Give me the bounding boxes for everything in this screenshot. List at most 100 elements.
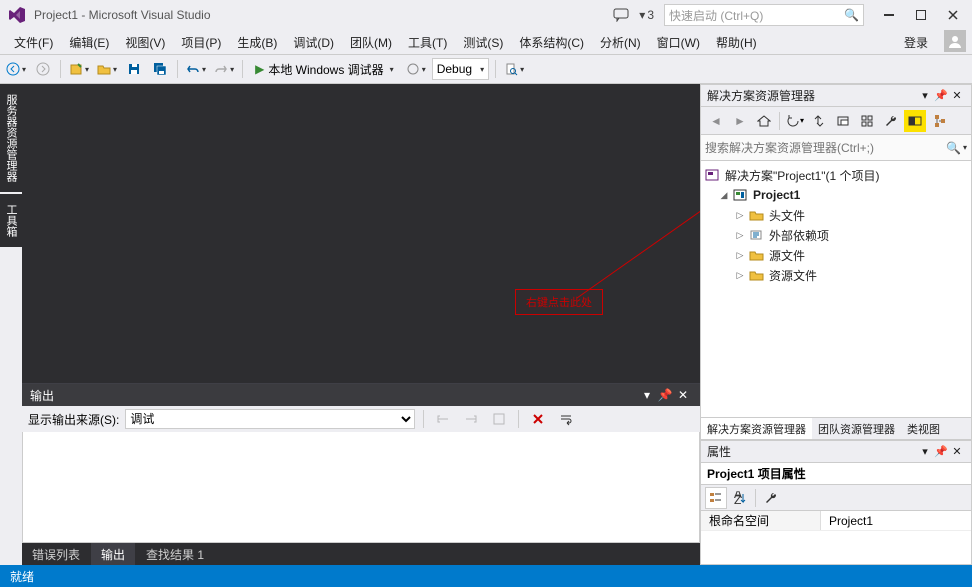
pin-icon[interactable]: 📌	[933, 445, 949, 458]
expand-icon[interactable]: ▷	[735, 250, 745, 261]
search-icon[interactable]: 🔍	[844, 8, 859, 22]
tree-folder-resources[interactable]: ▷ 资源文件	[701, 265, 971, 285]
debug-dropdown[interactable]: ▾	[404, 58, 428, 80]
se-fwd-icon[interactable]: ►	[729, 110, 751, 132]
folder-icon	[749, 268, 765, 282]
tab-output[interactable]: 输出	[91, 543, 136, 565]
tree-folder-headers[interactable]: ▷ 头文件	[701, 205, 971, 225]
start-debug-button[interactable]: ▶ 本地 Windows 调试器 ▾	[249, 58, 400, 80]
se-tree[interactable]: 解决方案"Project1"(1 个项目) ◢ Project1 ▷ 头文件 ▷	[701, 161, 971, 417]
close-panel-icon[interactable]: ✕	[949, 445, 965, 458]
expand-icon[interactable]: ▷	[735, 230, 745, 241]
menu-window[interactable]: 窗口(W)	[649, 30, 708, 54]
se-view-icon[interactable]	[928, 110, 950, 132]
undo-button[interactable]: ▾	[184, 58, 208, 80]
wrap-output-button[interactable]	[555, 408, 577, 430]
tree-solution-node[interactable]: 解决方案"Project1"(1 个项目)	[701, 165, 971, 185]
tree-folder-sources[interactable]: ▷ 源文件	[701, 245, 971, 265]
menu-test[interactable]: 测试(S)	[455, 30, 511, 54]
maximize-button[interactable]	[906, 4, 936, 26]
svg-text:Z: Z	[734, 493, 741, 505]
search-options-icon[interactable]: ▾	[963, 143, 967, 152]
props-object[interactable]: Project1 项目属性	[701, 463, 971, 485]
solution-explorer-header: 解决方案资源管理器 ▾ 📌 ✕	[701, 85, 971, 107]
open-file-button[interactable]: ▾	[95, 58, 119, 80]
minimize-button[interactable]	[874, 4, 904, 26]
right-column: 解决方案资源管理器 ▾ 📌 ✕ ◄ ► ▾ 🔍	[700, 84, 972, 565]
se-refresh-icon[interactable]: ▾	[784, 110, 806, 132]
menu-help[interactable]: 帮助(H)	[708, 30, 765, 54]
redo-button[interactable]: ▾	[212, 58, 236, 80]
tab-solution-explorer[interactable]: 解决方案资源管理器	[701, 418, 812, 439]
menu-edit[interactable]: 编辑(E)	[61, 30, 117, 54]
tab-team-explorer[interactable]: 团队资源管理器	[812, 418, 901, 439]
prop-value[interactable]: Project1	[821, 511, 971, 530]
nav-fwd-button[interactable]	[32, 58, 54, 80]
avatar-icon[interactable]	[944, 30, 966, 52]
se-collapse-icon[interactable]	[856, 110, 878, 132]
annotation-label: 右键点击此处	[515, 289, 603, 315]
se-search-input[interactable]	[705, 141, 946, 155]
menu-tools[interactable]: 工具(T)	[400, 30, 455, 54]
se-preview-icon[interactable]	[904, 110, 926, 132]
se-showall-icon[interactable]	[832, 110, 854, 132]
out-next-button[interactable]	[460, 408, 482, 430]
tab-find-results[interactable]: 查找结果 1	[136, 543, 215, 565]
expand-icon[interactable]: ▷	[735, 210, 745, 221]
save-all-button[interactable]	[149, 58, 171, 80]
close-panel-icon[interactable]: ✕	[674, 388, 692, 402]
panel-menu-icon[interactable]: ▾	[917, 445, 933, 458]
tab-class-view[interactable]: 类视图	[901, 418, 946, 439]
nav-back-button[interactable]: ▾	[4, 58, 28, 80]
menu-architecture[interactable]: 体系结构(C)	[511, 30, 592, 54]
menu-view[interactable]: 视图(V)	[117, 30, 173, 54]
collapse-icon[interactable]: ◢	[719, 190, 729, 201]
categorized-icon[interactable]	[705, 487, 727, 509]
expand-icon[interactable]: ▷	[735, 270, 745, 281]
panel-menu-icon[interactable]: ▾	[917, 89, 933, 102]
server-explorer-tab[interactable]: 服务器资源管理器	[0, 84, 22, 192]
pin-icon[interactable]: 📌	[656, 388, 674, 402]
solution-icon	[705, 168, 721, 182]
props-pages-icon[interactable]	[760, 487, 782, 509]
search-icon[interactable]: 🔍	[946, 141, 961, 155]
menu-team[interactable]: 团队(M)	[342, 30, 400, 54]
new-project-button[interactable]: ▾	[67, 58, 91, 80]
menu-debug[interactable]: 调试(D)	[285, 30, 342, 54]
feedback-icon[interactable]	[613, 8, 629, 22]
alphabetical-icon[interactable]: AZ	[729, 487, 751, 509]
quick-launch[interactable]: 快速启动 (Ctrl+Q) 🔍	[664, 4, 864, 26]
panel-menu-icon[interactable]: ▾	[638, 388, 656, 402]
clear-output-button[interactable]	[527, 408, 549, 430]
se-back-icon[interactable]: ◄	[705, 110, 727, 132]
menu-analyze[interactable]: 分析(N)	[592, 30, 649, 54]
out-prev-button[interactable]	[432, 408, 454, 430]
signin-link[interactable]: 登录	[894, 30, 938, 54]
tree-project-node[interactable]: ◢ Project1	[701, 185, 971, 205]
center-column: 右键点击此处 输出 ▾ 📌 ✕ 显示输出来源(S): 调试	[22, 84, 700, 565]
config-combo[interactable]: Debug▾	[432, 58, 489, 80]
close-panel-icon[interactable]: ✕	[949, 89, 965, 102]
toolbox-tab[interactable]: 工具箱	[0, 194, 22, 247]
output-source-select[interactable]: 调试	[125, 409, 415, 429]
solution-explorer-panel: 解决方案资源管理器 ▾ 📌 ✕ ◄ ► ▾ 🔍	[701, 84, 972, 440]
output-body[interactable]	[22, 432, 700, 543]
tab-error-list[interactable]: 错误列表	[22, 543, 91, 565]
se-search[interactable]: 🔍 ▾	[701, 135, 971, 161]
close-button[interactable]	[938, 4, 968, 26]
menu-file[interactable]: 文件(F)	[6, 30, 61, 54]
menu-build[interactable]: 生成(B)	[229, 30, 285, 54]
save-button[interactable]	[123, 58, 145, 80]
se-tabwell: 解决方案资源管理器 团队资源管理器 类视图	[701, 417, 971, 439]
notification-flag[interactable]: ▾3	[639, 8, 654, 22]
find-in-files-button[interactable]: ▾	[502, 58, 526, 80]
se-sync-icon[interactable]	[808, 110, 830, 132]
out-goto-button[interactable]	[488, 408, 510, 430]
folder-icon	[749, 248, 765, 262]
props-row[interactable]: 根命名空间 Project1	[701, 511, 971, 531]
se-home-icon[interactable]	[753, 110, 775, 132]
menu-project[interactable]: 项目(P)	[173, 30, 229, 54]
se-properties-icon[interactable]	[880, 110, 902, 132]
pin-icon[interactable]: 📌	[933, 89, 949, 102]
tree-folder-external[interactable]: ▷ 外部依赖项	[701, 225, 971, 245]
